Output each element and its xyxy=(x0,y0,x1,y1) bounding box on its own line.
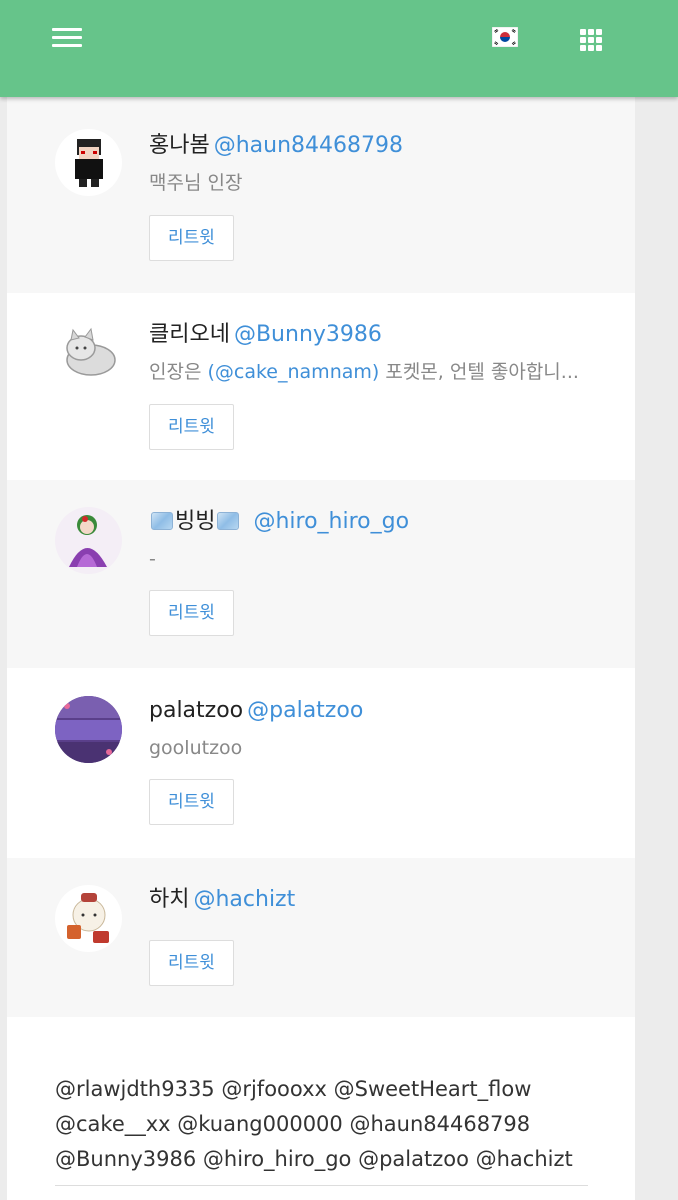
divider xyxy=(55,1185,588,1186)
user-bio: goolutzoo xyxy=(149,737,243,759)
user-handle-link[interactable]: @Bunny3986 xyxy=(234,322,382,347)
user-bio: - xyxy=(149,548,156,570)
user-name-line: 홍나봄 @haun84468798 xyxy=(149,132,403,160)
user-name-line: 빙빙 @hiro_hiro_go xyxy=(149,508,409,536)
user-handle-link[interactable]: @hiro_hiro_go xyxy=(253,509,409,534)
display-name: 빙빙 xyxy=(175,509,216,534)
hamburger-menu-icon[interactable] xyxy=(52,26,84,52)
display-name: 하치 xyxy=(149,887,190,912)
list-item: 빙빙 @hiro_hiro_go - 리트윗 xyxy=(7,480,635,668)
user-handle-link[interactable]: @haun84468798 xyxy=(214,133,403,158)
user-name-line: 클리오네 @Bunny3986 xyxy=(149,321,382,349)
ice-cube-icon xyxy=(151,512,173,530)
avatar[interactable] xyxy=(55,129,122,196)
user-bio: 맥주님 인장 xyxy=(149,172,243,194)
ice-cube-icon xyxy=(217,512,240,530)
user-handle-link[interactable]: @hachizt xyxy=(193,887,295,912)
list-item: palatzoo @palatzoo goolutzoo 리트윗 xyxy=(7,668,635,858)
bio-mention-link[interactable]: (@cake_namnam) xyxy=(207,361,379,383)
top-app-bar xyxy=(0,0,678,97)
user-name-line: 하치 @hachizt xyxy=(149,886,295,914)
display-name: 클리오네 xyxy=(149,322,230,347)
retweet-button[interactable]: 리트윗 xyxy=(149,215,234,261)
user-name-line: palatzoo @palatzoo xyxy=(149,697,363,725)
grid-apps-icon[interactable] xyxy=(580,29,604,51)
user-bio: 인장은 (@cake_namnam) 포켓몬, 언텔 좋아합니... xyxy=(149,359,599,385)
avatar[interactable] xyxy=(55,507,122,574)
bio-text: 포켓몬, 언텔 좋아합니... xyxy=(379,361,579,383)
korea-flag-icon[interactable] xyxy=(491,26,519,48)
list-item: 하치 @hachizt 리트윗 xyxy=(7,858,635,1017)
list-item: 홍나봄 @haun84468798 맥주님 인장 리트윗 xyxy=(7,97,635,293)
display-name: 홍나봄 xyxy=(149,133,210,158)
user-handle-link[interactable]: @palatzoo xyxy=(247,698,363,723)
bio-text: 인장은 xyxy=(149,361,208,383)
avatar[interactable] xyxy=(55,885,122,952)
list-item: 클리오네 @Bunny3986 인장은 (@cake_namnam) 포켓몬, 언… xyxy=(7,293,635,480)
retweet-button[interactable]: 리트윗 xyxy=(149,404,234,450)
display-name: palatzoo xyxy=(149,698,244,723)
retweet-button[interactable]: 리트윗 xyxy=(149,779,234,825)
retweet-button[interactable]: 리트윗 xyxy=(149,590,234,636)
avatar[interactable] xyxy=(55,320,122,387)
avatar[interactable] xyxy=(55,696,122,763)
mention-summary[interactable]: @rlawjdth9335 @rjfoooxx @SweetHeart_flow… xyxy=(55,1072,595,1177)
retweeter-list: 홍나봄 @haun84468798 맥주님 인장 리트윗 클리오네 @Bunny39… xyxy=(7,97,635,1200)
retweet-button[interactable]: 리트윗 xyxy=(149,940,234,986)
